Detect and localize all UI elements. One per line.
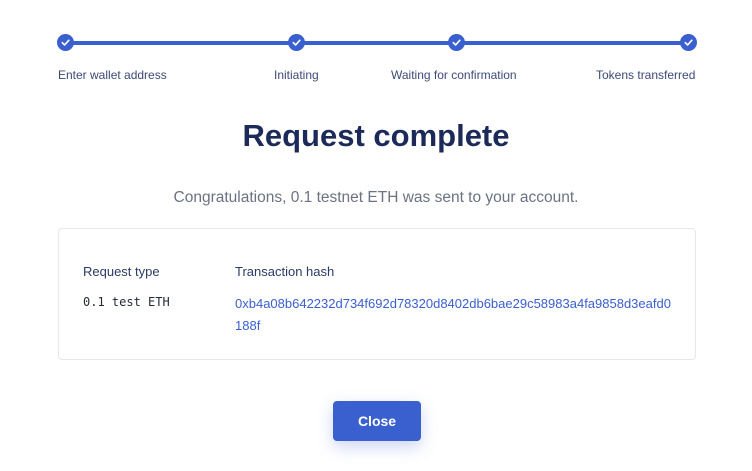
request-type-value: 0.1 test ETH (83, 295, 170, 309)
close-button[interactable]: Close (333, 401, 421, 441)
step-1-check-icon (57, 34, 74, 51)
step-2-check-icon (288, 34, 305, 51)
step-4-check-icon (680, 34, 697, 51)
progress-line (65, 41, 688, 45)
progress-stepper: Enter wallet address Initiating Waiting … (0, 0, 752, 100)
success-message: Congratulations, 0.1 testnet ETH was sen… (173, 189, 579, 206)
tx-hash-label: Transaction hash (235, 264, 335, 279)
tx-hash-link[interactable]: 0xb4a08b642232d734f692d78320d8402db6bae2… (235, 293, 675, 337)
step-label-enter-wallet: Enter wallet address (58, 68, 167, 82)
step-3-check-icon (448, 34, 465, 51)
page-title: Request complete (242, 118, 510, 153)
transaction-details-card: Request type Transaction hash 0.1 test E… (58, 228, 696, 360)
step-label-waiting: Waiting for confirmation (391, 68, 517, 82)
step-label-initiating: Initiating (274, 68, 319, 82)
step-label-tokens-transferred: Tokens transferred (596, 68, 696, 82)
request-type-label: Request type (83, 264, 160, 279)
